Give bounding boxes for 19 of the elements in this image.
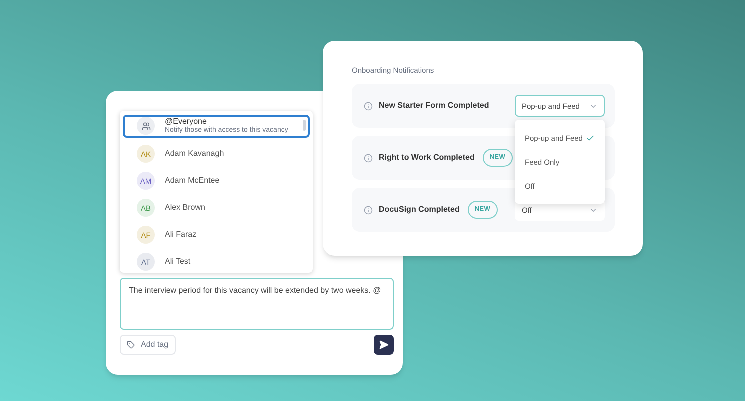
info-icon — [364, 102, 373, 111]
tag-icon — [127, 341, 135, 349]
people-icon — [142, 122, 150, 131]
send-icon — [379, 340, 389, 350]
comment-field[interactable]: The interview period for this vacancy will be extended by two weeks. @ — [120, 278, 394, 330]
notification-label: DocuSign Completed — [379, 204, 460, 216]
mention-name: @Everyone — [165, 117, 208, 126]
send-button[interactable] — [374, 335, 394, 355]
mention-name: Adam Kavanagh — [165, 148, 224, 160]
info-icon — [364, 154, 373, 163]
mention-name: Ali Test — [165, 256, 191, 268]
mention-name: Adam McEntee — [165, 175, 220, 188]
mention-name: Ali Faraz — [165, 229, 197, 242]
scrollbar-thumb[interactable] — [303, 120, 306, 131]
notification-label: Right to Work Completed — [379, 152, 475, 164]
info-icon — [364, 206, 373, 215]
notification-label: New Starter Form Completed — [379, 100, 490, 112]
add-tag-button[interactable]: Add tag — [120, 335, 176, 355]
mention-name: Alex Brown — [165, 202, 206, 214]
